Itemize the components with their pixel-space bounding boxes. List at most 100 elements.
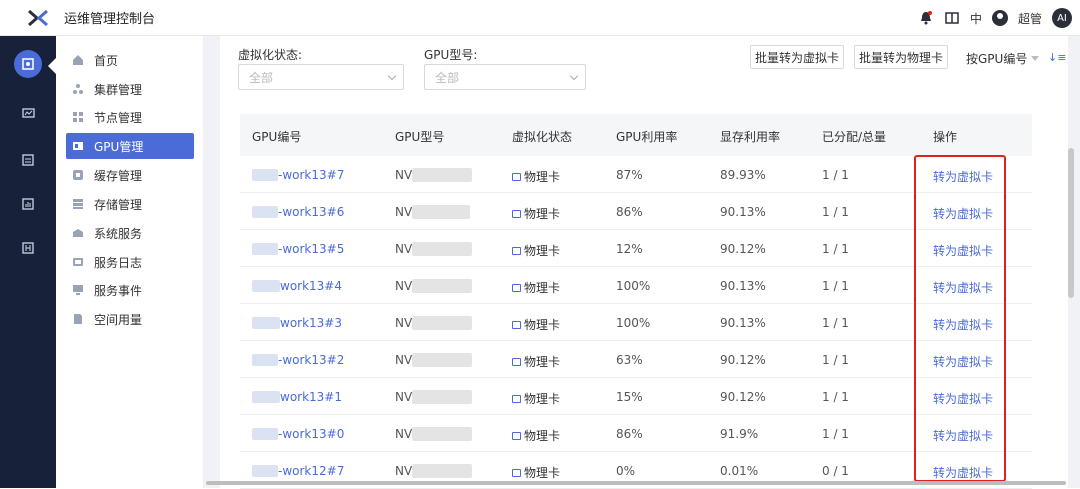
- alloc-cell: 1 / 1: [822, 205, 849, 219]
- table-header: GPU编号 GPU型号 虚拟化状态 GPU利用率 显存利用率 已分配/总量 操作: [240, 114, 1032, 156]
- sort-order-icon[interactable]: ↓≡: [1048, 51, 1066, 64]
- user-name[interactable]: 超管: [1018, 10, 1042, 27]
- batch-virtual-button[interactable]: 批量转为虚拟卡: [750, 45, 844, 69]
- usage-icon: [72, 313, 84, 325]
- alloc-cell: 1 / 1: [822, 242, 849, 256]
- sidebar-item-space-usage[interactable]: 空间用量: [66, 306, 194, 332]
- gpu-util-cell: 12%: [616, 242, 643, 256]
- card-icon: [512, 246, 521, 255]
- gpu-id-cell[interactable]: -work13#7: [252, 168, 344, 182]
- mem-util-cell: 90.12%: [720, 390, 766, 404]
- vertical-scrollbar[interactable]: [1068, 148, 1074, 298]
- book-icon[interactable]: [944, 10, 960, 26]
- gpu-util-cell: 86%: [616, 427, 643, 441]
- th-action: 操作: [933, 130, 958, 144]
- gpu-model-cell: NV: [395, 464, 473, 478]
- gpu-util-cell: 86%: [616, 205, 643, 219]
- gpu-model-cell: NV: [395, 316, 473, 330]
- sidebar-item-label: 空间用量: [94, 312, 143, 327]
- alloc-cell: 1 / 1: [822, 427, 849, 441]
- report-icon[interactable]: [0, 148, 56, 172]
- th-mem-util: 显存利用率: [720, 130, 781, 144]
- sidebar-item-node[interactable]: 节点管理: [66, 104, 194, 130]
- virt-status-cell: 物理卡: [512, 279, 560, 296]
- network-icon[interactable]: [0, 236, 56, 260]
- monitor-icon[interactable]: [0, 102, 56, 126]
- mem-util-cell: 90.12%: [720, 353, 766, 367]
- gpu-id-cell[interactable]: -work13#0: [252, 427, 344, 441]
- gpu-id-cell[interactable]: work13#4: [252, 279, 342, 293]
- gpu-id-cell[interactable]: -work13#6: [252, 205, 344, 219]
- gpu-id-cell[interactable]: -work13#2: [252, 353, 344, 367]
- virt-status-cell: 物理卡: [512, 427, 560, 444]
- notification-bell-icon[interactable]: [918, 10, 934, 26]
- gpu-model-cell: NV: [395, 279, 473, 293]
- alloc-cell: 1 / 1: [822, 168, 849, 182]
- card-icon: [512, 320, 521, 329]
- sidebar-item-home[interactable]: 首页: [66, 47, 194, 73]
- action-column-highlight: [914, 155, 1006, 482]
- gpu-id-cell[interactable]: -work12#7: [252, 464, 344, 478]
- batch-physical-button[interactable]: 批量转为物理卡: [854, 45, 948, 69]
- stats-icon[interactable]: [0, 192, 56, 216]
- virt-status-cell: 物理卡: [512, 316, 560, 333]
- sidebar-item-service-log[interactable]: 服务日志: [66, 249, 194, 275]
- gpu-model-select[interactable]: 全部: [424, 64, 586, 90]
- ai-assistant-icon[interactable]: AI: [1052, 8, 1072, 28]
- gpu-model-value: 全部: [435, 70, 460, 85]
- icon-rail: [0, 36, 56, 488]
- rail-active-caret: [48, 58, 56, 74]
- alloc-cell: 1 / 1: [822, 279, 849, 293]
- gpu-util-cell: 15%: [616, 390, 643, 404]
- th-gpu-util: GPU利用率: [616, 130, 678, 144]
- cache-icon: [72, 169, 84, 181]
- gpu-id-cell[interactable]: work13#1: [252, 390, 342, 404]
- sidebar-item-label: 系统服务: [94, 226, 143, 241]
- chevron-down-icon: [569, 71, 579, 81]
- sidebar-item-storage[interactable]: 存储管理: [66, 191, 194, 217]
- sidebar-item-cache[interactable]: 缓存管理: [66, 162, 194, 188]
- sidebar-item-service-event[interactable]: 服务事件: [66, 277, 194, 303]
- th-gpu-id: GPU编号: [252, 130, 302, 144]
- sort-label: 按GPU编号: [966, 52, 1028, 66]
- sidebar-item-label: 服务事件: [94, 283, 143, 298]
- card-icon: [512, 394, 521, 403]
- virt-status-cell: 物理卡: [512, 464, 560, 481]
- language-switch[interactable]: 中: [970, 10, 982, 27]
- sidebar-item-gpu[interactable]: GPU管理: [66, 133, 194, 159]
- user-avatar-icon[interactable]: [991, 10, 1008, 26]
- sidebar-item-cluster[interactable]: 集群管理: [66, 76, 194, 102]
- sidebar-item-label: 服务日志: [94, 255, 143, 270]
- card-icon: [512, 357, 521, 366]
- alloc-cell: 1 / 1: [822, 390, 849, 404]
- virt-status-select[interactable]: 全部: [238, 64, 404, 90]
- sort-select[interactable]: 按GPU编号: [966, 50, 1040, 67]
- gpu-model-cell: NV: [395, 205, 471, 219]
- node-icon: [72, 111, 84, 123]
- logo-icon: [20, 0, 56, 36]
- gpu-model-label: GPU型号:: [424, 48, 478, 62]
- mem-util-cell: 91.9%: [720, 427, 759, 441]
- gpu-model-cell: NV: [395, 168, 473, 182]
- horizontal-scrollbar[interactable]: [206, 481, 1066, 485]
- dashboard-icon: [14, 50, 42, 78]
- sidebar-item-label: 集群管理: [94, 82, 143, 97]
- th-virt-status: 虚拟化状态: [512, 130, 573, 144]
- mem-util-cell: 89.93%: [720, 168, 766, 182]
- cluster-icon: [72, 83, 84, 95]
- gpu-util-cell: 100%: [616, 316, 651, 330]
- gpu-id-cell[interactable]: -work13#5: [252, 242, 344, 256]
- gpu-util-cell: 0%: [616, 464, 636, 478]
- virt-status-cell: 物理卡: [512, 353, 560, 370]
- sidebar-item-system-service[interactable]: 系统服务: [66, 220, 194, 246]
- card-icon: [512, 172, 521, 181]
- gpu-id-cell[interactable]: work13#3: [252, 316, 342, 330]
- card-icon: [512, 209, 521, 218]
- th-alloc: 已分配/总量: [822, 130, 887, 144]
- card-icon: [512, 431, 521, 440]
- th-gpu-model: GPU型号: [395, 130, 445, 144]
- sidebar-item-label: 存储管理: [94, 197, 143, 212]
- alloc-cell: 1 / 1: [822, 316, 849, 330]
- service-icon: [72, 227, 84, 239]
- chevron-down-icon: [387, 71, 397, 81]
